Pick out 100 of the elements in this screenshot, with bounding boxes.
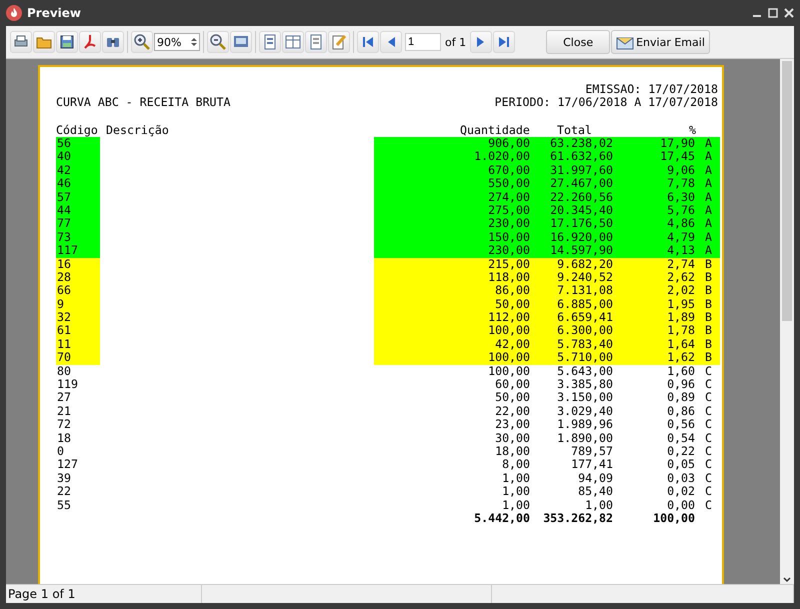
class-cell-text: A bbox=[704, 217, 713, 231]
next-page-icon[interactable] bbox=[470, 31, 492, 53]
total-cell-text: 6.659,41 bbox=[556, 311, 613, 324]
percent-cell-text: 2,74 bbox=[666, 258, 695, 271]
total-cell-text: 177,41 bbox=[570, 458, 613, 472]
class-cell-text: A bbox=[704, 150, 713, 164]
quantity-cell-text: 42,00 bbox=[494, 338, 530, 352]
total-cell-text: 5.783,40 bbox=[556, 338, 613, 352]
percent-cell-text: 0,86 bbox=[666, 404, 695, 418]
total-cell-text: 3.029,40 bbox=[556, 404, 613, 418]
code-cell-text: 22 bbox=[56, 485, 72, 499]
code-cell-text: 55 bbox=[56, 498, 72, 512]
page-icon[interactable] bbox=[259, 31, 281, 53]
quantity-cell-text: 275,00 bbox=[487, 204, 530, 218]
total-quantity: 5.442,00 bbox=[473, 512, 530, 526]
code-cell-text: 0 bbox=[56, 444, 65, 458]
class-cell-text: C bbox=[704, 498, 713, 512]
code-cell: 73 bbox=[56, 230, 100, 244]
maximize-icon[interactable] bbox=[768, 8, 778, 18]
first-page-icon[interactable] bbox=[357, 31, 379, 53]
total-cell-text: 6.300,00 bbox=[556, 324, 613, 338]
zoom-in-icon[interactable] bbox=[131, 31, 153, 53]
total-cell-text: 27.467,00 bbox=[549, 177, 613, 191]
code-cell-text: 39 bbox=[56, 472, 72, 486]
edit-icon[interactable] bbox=[328, 31, 350, 53]
scroll-down-icon[interactable] bbox=[782, 576, 792, 584]
page-field[interactable]: 1 bbox=[405, 33, 441, 51]
total-cell-text: 94,09 bbox=[577, 472, 613, 486]
pdf-icon[interactable] bbox=[79, 31, 101, 53]
class-cell-text: C bbox=[704, 404, 713, 418]
quantity-cell-text: 23,00 bbox=[494, 418, 530, 432]
class-cell-text: C bbox=[704, 364, 713, 378]
quantity-cell-text: 670,00 bbox=[487, 164, 530, 178]
code-cell: 44 bbox=[56, 204, 100, 218]
percent-cell-text: 1,89 bbox=[666, 311, 695, 324]
total-percent: 100,00 bbox=[652, 512, 695, 526]
percent-cell-text: 0,56 bbox=[666, 418, 695, 432]
page-count: of 1 bbox=[445, 36, 466, 48]
zoom-field[interactable]: 90% bbox=[154, 33, 200, 51]
quantity-cell-text: 1,00 bbox=[501, 472, 530, 486]
binoculars-icon[interactable] bbox=[102, 31, 124, 53]
quantity-cell-text: 215,00 bbox=[487, 258, 530, 271]
close-icon[interactable] bbox=[784, 8, 794, 18]
code-cell-text: 72 bbox=[56, 418, 72, 432]
close-button[interactable]: Close bbox=[546, 30, 610, 54]
percent-cell-text: 1,62 bbox=[666, 351, 695, 365]
emission-date: EMISSAO: 17/07/2018 bbox=[585, 83, 718, 96]
class-cell-text: A bbox=[704, 164, 713, 178]
code-cell: 16 bbox=[56, 258, 100, 271]
class-cell-text: C bbox=[704, 391, 713, 405]
quantity-cell-text: 1.020,00 bbox=[473, 150, 530, 164]
email-button[interactable]: Enviar Email bbox=[611, 30, 710, 54]
percent-cell-text: 4,86 bbox=[666, 217, 695, 231]
percent-cell-text: 2,02 bbox=[666, 284, 695, 298]
code-cell: 46 bbox=[56, 177, 100, 191]
total-cell-text: 20.345,40 bbox=[549, 204, 613, 218]
total-cell-text: 3.385,80 bbox=[556, 378, 613, 392]
quantity-cell-text: 50,00 bbox=[494, 391, 530, 405]
quantity-cell-text: 230,00 bbox=[487, 217, 530, 231]
quantity-cell-text: 550,00 bbox=[487, 177, 530, 191]
class-cell-text: A bbox=[704, 137, 713, 150]
screen-icon[interactable] bbox=[230, 31, 252, 53]
previous-page-icon[interactable] bbox=[380, 31, 402, 53]
window-title: Preview bbox=[27, 6, 82, 20]
percent-cell-text: 5,76 bbox=[666, 204, 695, 218]
last-page-icon[interactable] bbox=[493, 31, 516, 53]
code-cell: 40 bbox=[56, 150, 100, 164]
folder-icon[interactable] bbox=[33, 31, 55, 53]
spinner-icon[interactable] bbox=[189, 35, 199, 49]
period: PERIODO: 17/06/2018 A 17/07/2018 bbox=[494, 96, 718, 109]
quantity-cell-text: 86,00 bbox=[494, 284, 530, 298]
save-icon[interactable] bbox=[56, 31, 78, 53]
code-cell-text: 119 bbox=[56, 378, 79, 392]
code-cell-text: 80 bbox=[56, 364, 72, 378]
percent-cell-text: 1,64 bbox=[666, 338, 695, 352]
percent-cell-text: 0,89 bbox=[666, 391, 695, 405]
code-cell-text: 27 bbox=[56, 391, 72, 405]
print-icon[interactable] bbox=[10, 31, 32, 53]
code-cell: 61 bbox=[56, 324, 100, 338]
two-page-icon[interactable] bbox=[282, 31, 304, 53]
zoom-out-icon[interactable] bbox=[207, 31, 229, 53]
class-cell-text: B bbox=[704, 351, 713, 365]
class-cell-text: B bbox=[704, 284, 713, 298]
quantity-cell-text: 30,00 bbox=[494, 432, 530, 445]
total-cell-text: 1,00 bbox=[584, 498, 613, 512]
code-cell: 28 bbox=[56, 270, 100, 284]
total-cell-text: 14.597,90 bbox=[549, 244, 613, 258]
scrollbar[interactable] bbox=[780, 59, 794, 584]
class-cell-text: C bbox=[704, 378, 713, 392]
code-cell: 66 bbox=[56, 284, 100, 298]
total-cell-text: 31.997,60 bbox=[549, 164, 613, 178]
class-cell-text: B bbox=[704, 311, 713, 324]
percent-cell-text: 0,22 bbox=[666, 444, 695, 458]
code-cell: 57 bbox=[56, 190, 100, 204]
percent-cell-text: 1,95 bbox=[666, 298, 695, 312]
total-cell-text: 6.885,00 bbox=[556, 298, 613, 312]
class-cell-text: A bbox=[704, 204, 713, 218]
total-cell-text: 789,57 bbox=[571, 444, 613, 458]
report-title: CURVA ABC - RECEITA BRUTA bbox=[56, 96, 231, 109]
quantity-cell-text: 230,00 bbox=[487, 244, 530, 258]
